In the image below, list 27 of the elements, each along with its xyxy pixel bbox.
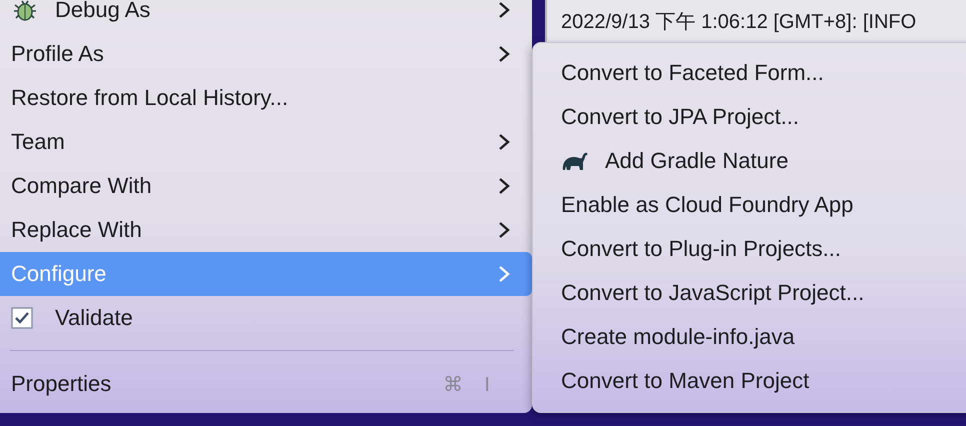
menu-item[interactable]: Restore from Local History... [0,76,532,120]
menu-item[interactable]: Properties ⌘ I [0,362,532,406]
menu-item[interactable]: Replace With [0,208,532,252]
menu-item[interactable]: Convert to Faceted Form... [533,51,966,95]
menu-item[interactable]: Convert to Plug-in Projects... [533,227,966,271]
chevron-right-icon [498,177,510,195]
chevron-right-icon [498,1,510,19]
menu-item[interactable]: Profile As [0,32,532,76]
bug-icon [11,0,39,23]
menu-item[interactable]: Convert to JPA Project... [533,95,966,139]
menu-item[interactable]: Team [0,120,532,164]
menu-item[interactable]: Debug As [0,0,532,32]
menu-item[interactable]: Add Gradle Nature [533,139,966,183]
menu-item[interactable]: Validate [0,296,532,340]
elephant-icon [561,150,589,172]
chevron-right-icon [498,265,510,283]
shortcut-label: ⌘ I [442,372,490,396]
menu-item[interactable]: Compare With [0,164,532,208]
chevron-right-icon [498,45,510,63]
chevron-right-icon [498,133,510,151]
checkbox-icon[interactable] [11,307,33,329]
menu-item[interactable]: Convert to Maven Project [533,359,966,403]
menu-item[interactable]: Convert to JavaScript Project... [533,271,966,315]
menu-item[interactable]: Create module-info.java [533,315,966,359]
menu-item[interactable]: Enable as Cloud Foundry App [533,183,966,227]
chevron-right-icon [498,221,510,239]
log-line: 2022/9/13 下午 1:06:12 [GMT+8]: [INFO [561,11,918,33]
